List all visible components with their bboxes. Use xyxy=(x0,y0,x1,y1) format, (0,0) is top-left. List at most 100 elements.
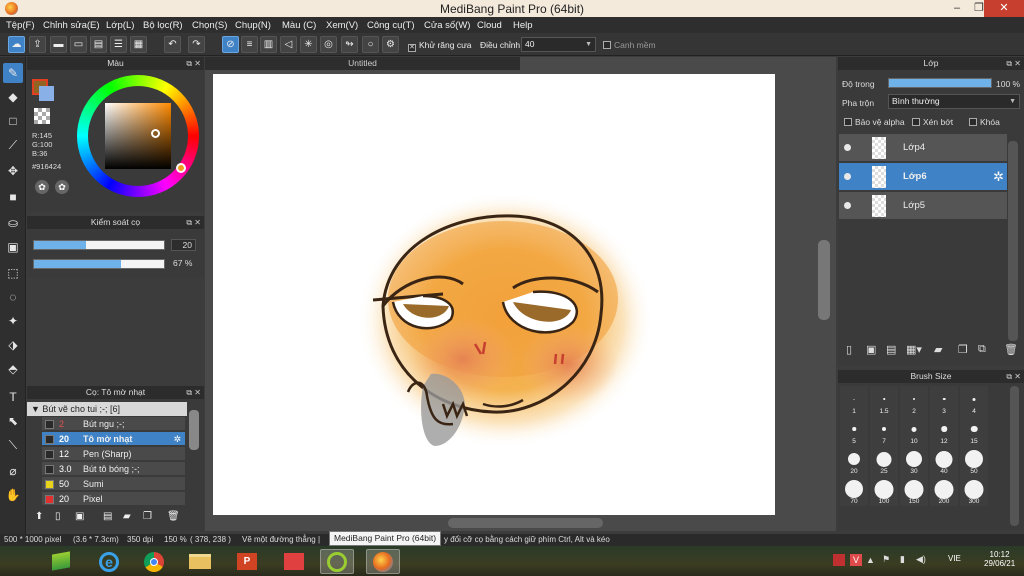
eraser-tool-icon[interactable]: ◆ xyxy=(3,87,23,107)
rectangle-tool-icon[interactable]: □ xyxy=(3,111,23,131)
parallel-snap-icon[interactable]: ≡ xyxy=(241,36,258,53)
transparent-color-swatch[interactable] xyxy=(34,108,50,124)
text-tool-icon[interactable]: T xyxy=(3,387,23,407)
brush-settings-icon[interactable]: ▤ xyxy=(103,511,112,522)
lock-toggle[interactable]: Khóa xyxy=(969,117,1000,127)
undo-icon[interactable]: ↶ xyxy=(164,36,181,53)
brush-size-option[interactable]: 12 xyxy=(930,416,958,446)
brush-size-option[interactable]: 25 xyxy=(870,446,898,476)
soft-edge-checkbox[interactable] xyxy=(603,41,611,49)
eyedropper-tool-icon[interactable]: ⌀ xyxy=(3,461,23,481)
list-icon[interactable]: ☰ xyxy=(110,36,127,53)
gradient-tool-icon[interactable]: ▣ xyxy=(3,237,23,257)
menu-filter[interactable]: Bộ lọc(R) xyxy=(143,20,183,31)
menu-cloud[interactable]: Cloud xyxy=(477,20,502,31)
brush-size-value[interactable]: 20 xyxy=(171,239,196,251)
brush-size-option[interactable]: 100 xyxy=(870,476,898,506)
new-8bit-layer-icon[interactable]: ▤ xyxy=(886,343,896,356)
taskbar-app-icon[interactable] xyxy=(320,549,354,574)
grid-list-icon[interactable]: ▦ xyxy=(130,36,147,53)
upload-icon[interactable]: ⇪ xyxy=(29,36,46,53)
soft-edge-toggle[interactable]: Canh mềm xyxy=(603,40,656,50)
eye-icon[interactable] xyxy=(844,173,851,180)
new-layer-icon[interactable]: ▯ xyxy=(846,343,852,356)
brush-item[interactable]: 12 Pen (Sharp) xyxy=(42,447,185,461)
chevron-up-icon[interactable]: ▲ xyxy=(866,555,875,565)
new-brush-icon[interactable]: ▯ xyxy=(55,511,61,522)
gear-icon[interactable]: ✲ xyxy=(173,432,181,446)
network-icon[interactable]: ▮ xyxy=(900,554,905,565)
delete-layer-icon[interactable]: 🗑 xyxy=(1004,343,1018,356)
file-explorer-icon[interactable] xyxy=(183,549,217,574)
canvas-vertical-scrollbar[interactable] xyxy=(818,240,830,320)
brush-opacity-slider[interactable] xyxy=(33,259,165,269)
trash-icon[interactable]: 🗑 xyxy=(167,511,180,522)
menu-layer[interactable]: Lớp(L) xyxy=(106,20,134,31)
snap-settings-icon[interactable]: ⚙ xyxy=(382,36,399,53)
canvas-tab[interactable]: Untitled xyxy=(205,57,520,70)
eye-icon[interactable] xyxy=(844,144,851,151)
panel-controls[interactable]: ⧉ ✕ xyxy=(186,216,201,229)
brush-item[interactable]: 50 Sumi xyxy=(42,477,185,491)
saturation-value-square[interactable] xyxy=(105,103,171,169)
volume-icon[interactable]: ◀) xyxy=(916,554,926,565)
antialias-checkbox[interactable]: ✕ xyxy=(408,44,416,52)
select-eraser-tool-icon[interactable]: ⬘ xyxy=(3,359,23,379)
comment-icon[interactable]: ▬ xyxy=(50,36,67,53)
brush-size-option[interactable]: 200 xyxy=(930,476,958,506)
circle-snap-icon[interactable]: ○ xyxy=(362,36,379,53)
tray-app-icon[interactable] xyxy=(833,554,845,566)
brush-item[interactable]: 3.0 Bút tô bóng ;-; xyxy=(42,462,185,476)
palette-icon[interactable]: ✿ xyxy=(35,180,49,194)
merge-layer-icon[interactable]: ⧉ xyxy=(978,343,986,356)
sv-picker-handle[interactable] xyxy=(151,129,160,138)
brush-size-option[interactable]: 30 xyxy=(900,446,928,476)
perspective-snap-icon[interactable]: ◁ xyxy=(280,36,297,53)
fill-rect-tool-icon[interactable]: ■ xyxy=(3,187,23,207)
select-pen-tool-icon[interactable]: ⬗ xyxy=(3,335,23,355)
brush-list-scrollbar[interactable] xyxy=(189,410,199,450)
input-language[interactable]: VIE xyxy=(948,554,961,563)
menu-window[interactable]: Cửa số(W) xyxy=(424,20,470,31)
brush-size-option[interactable]: 10 xyxy=(900,416,928,446)
snap-off-icon[interactable]: ⊘ xyxy=(222,36,239,53)
menu-color[interactable]: Màu (C) xyxy=(282,20,316,31)
add-brush-icon[interactable]: ▣ xyxy=(75,511,84,522)
operation-tool-icon[interactable]: ⬉ xyxy=(3,411,23,431)
close-button[interactable]: ✕ xyxy=(984,0,1024,17)
divide-tool-icon[interactable]: ⟍ xyxy=(3,435,23,455)
lasso-tool-icon[interactable]: ◌ xyxy=(3,287,23,307)
layer-opacity-slider[interactable] xyxy=(888,78,992,88)
clipping-toggle[interactable]: Xén bớt xyxy=(912,117,953,127)
brush-tool-icon[interactable]: ✎ xyxy=(3,63,23,83)
system-clock[interactable]: 10:12 29/06/21 xyxy=(984,550,1015,568)
bluestacks-icon[interactable] xyxy=(44,549,78,574)
brush-size-option[interactable]: 5 xyxy=(840,416,868,446)
brush-size-option[interactable]: 50 xyxy=(960,446,988,476)
dot-tool-icon[interactable]: ⟋ xyxy=(3,135,23,155)
brush-item-selected[interactable]: 20 Tô mờ nhạt ✲ xyxy=(42,432,185,446)
canvas-horizontal-scrollbar[interactable] xyxy=(448,518,603,528)
radial-snap-icon[interactable]: ✳ xyxy=(300,36,317,53)
brush-size-option[interactable]: 4 xyxy=(960,386,988,416)
brush-item[interactable]: 20 Pixel xyxy=(42,492,185,506)
brush-size-option[interactable]: 300 xyxy=(960,476,988,506)
brush-size-option[interactable]: 20 xyxy=(840,446,868,476)
panel-controls[interactable]: ⧉ ✕ xyxy=(186,57,201,70)
brush-group-header[interactable]: ▼ Bút vẽ cho tui ;-; [6] xyxy=(27,402,187,416)
brush-size-option[interactable]: 1 xyxy=(840,386,868,416)
brush-size-option[interactable]: 7 xyxy=(870,416,898,446)
curve-snap-icon[interactable]: ↬ xyxy=(341,36,358,53)
adjust-select[interactable]: 40 ▼ xyxy=(521,37,596,52)
brush-size-option[interactable]: 1.5 xyxy=(870,386,898,416)
medibang-taskbar-icon[interactable] xyxy=(366,549,400,574)
bucket-tool-icon[interactable]: ⛀ xyxy=(3,213,23,233)
new-halftone-layer-icon[interactable]: ▣ xyxy=(866,343,876,356)
eye-icon[interactable] xyxy=(844,202,851,209)
powerpoint-icon[interactable]: P xyxy=(230,549,264,574)
menu-view[interactable]: Xem(V) xyxy=(326,20,358,31)
document-icon[interactable]: ▤ xyxy=(90,36,107,53)
protect-alpha-checkbox[interactable] xyxy=(844,118,852,126)
antialias-toggle[interactable]: ✕ Khử răng cưa xyxy=(408,40,472,52)
brush-size-option[interactable]: 2 xyxy=(900,386,928,416)
